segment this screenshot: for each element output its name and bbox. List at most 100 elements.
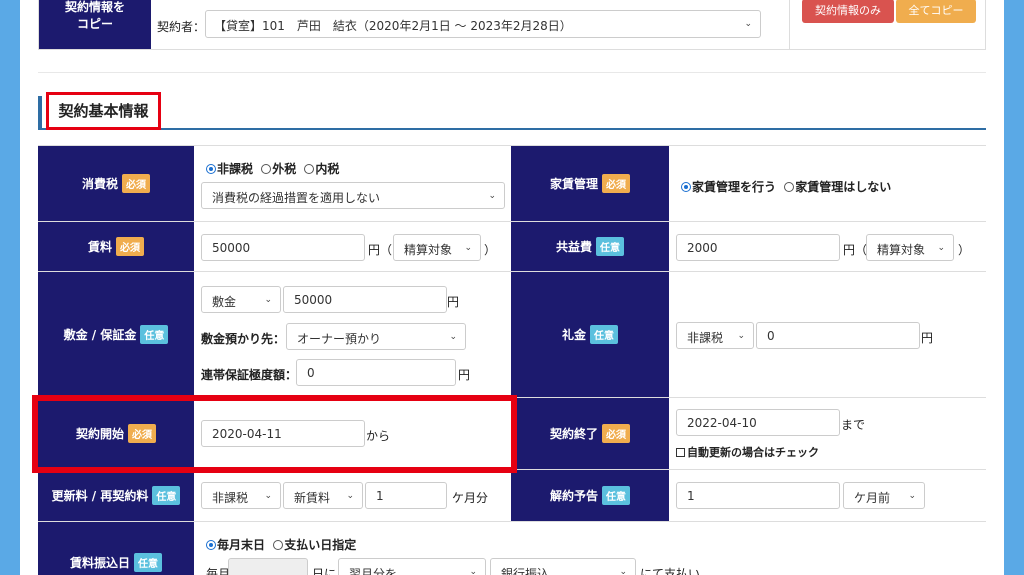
tax-radio-nontax[interactable]: 非課税 (206, 162, 253, 176)
contract-end-label: 契約終了 必須 (511, 398, 669, 469)
copy-buttons: 契約情報のみ 全てコピー (789, 0, 985, 49)
common-fee-close: ） (958, 243, 971, 257)
row-rent: 賃料 必須 50000 円（ 精算対象 ⌄ ） 共益費 任意 2000 円（ 精… (38, 222, 986, 272)
renewal-basis-select[interactable]: 新賃料 ⌄ (283, 482, 363, 509)
chevron-down-icon: ⌄ (744, 19, 752, 29)
renewal-fee-label-text: 更新料 / 再契約料 (51, 489, 149, 503)
rent-mgmt-label-text: 家賃管理 (549, 177, 598, 191)
tax-label: 消費税 必須 (38, 146, 194, 221)
radio-icon (784, 182, 795, 192)
required-badge: 必須 (122, 174, 150, 193)
notice-months-input[interactable]: 1 (676, 482, 840, 509)
contractor-select-value: 【貸室】101 芦田 結衣（2020年2月1日 ～ 2023年2月28日） (214, 19, 572, 33)
key-money-label-text: 礼金 (561, 328, 586, 342)
chevron-down-icon: ⌄ (469, 566, 477, 575)
transfer-day-suffix: 日に (312, 567, 337, 575)
transfer-monthly-prefix: 毎月 (206, 567, 231, 575)
radio-checked-icon (681, 182, 691, 192)
key-money-unit: 円 (921, 331, 934, 345)
contract-end-input[interactable]: 2022-04-10 (676, 409, 840, 436)
row-transfer: 賃料振込日 任意 毎月末日 支払い日指定 毎月 日に 翌月分を ⌄ 銀行振込 ⌄… (38, 522, 986, 575)
contractor-select[interactable]: 【貸室】101 芦田 結衣（2020年2月1日 ～ 2023年2月28日） ⌄ (205, 10, 761, 38)
chevron-down-icon: ⌄ (264, 294, 272, 305)
tax-measure-value: 消費税の経過措置を適用しない (212, 191, 381, 205)
transfer-method-select[interactable]: 銀行振込 ⌄ (490, 558, 636, 575)
rent-mgmt-radio-no[interactable]: 家賃管理はしない (784, 180, 891, 194)
deposit-holder-label: 敷金預かり先： (201, 332, 286, 346)
deposit-unit: 円 (447, 295, 460, 309)
rent-mgmt-radio-yes[interactable]: 家賃管理を行う (681, 180, 776, 194)
deposit-holder-select[interactable]: オーナー預かり ⌄ (286, 323, 466, 350)
row-renewal: 更新料 / 再契約料 任意 非課税 ⌄ 新賃料 ⌄ 1 ケ月分 解約予告 任意 … (38, 470, 986, 522)
deposit-amount-input[interactable]: 50000 (283, 286, 447, 313)
tax-radio-exclusive[interactable]: 外税 (261, 162, 296, 176)
common-fee-input[interactable]: 2000 (676, 234, 840, 261)
section-title: 契約基本情報 (46, 92, 161, 130)
copy-all-button[interactable]: 全てコピー (896, 0, 976, 23)
copy-contract-section: 契約情報を コピー 契約者： 【貸室】101 芦田 結衣（2020年2月1日 ～… (38, 0, 986, 50)
key-money-tax-value: 非課税 (687, 331, 724, 345)
checkbox-icon (676, 448, 685, 457)
radio-checked-icon (206, 164, 216, 174)
section-title-underline (38, 128, 986, 130)
contractor-label: 契約者： (157, 20, 206, 34)
common-fee-settle-select[interactable]: 精算対象 ⌄ (866, 234, 954, 261)
transfer-day-input[interactable] (228, 558, 308, 575)
chevron-down-icon: ⌄ (908, 490, 916, 501)
contract-start-label: 契約開始 必須 (38, 398, 194, 469)
deposit-label-text: 敷金 / 保証金 (63, 328, 137, 342)
renewal-unit: ケ月分 (452, 491, 489, 505)
divider (38, 72, 986, 73)
required-badge: 必須 (602, 424, 630, 443)
common-fee-settle-value: 精算対象 (877, 243, 926, 257)
contract-start-input[interactable]: 2020-04-11 (201, 420, 365, 447)
chevron-down-icon: ⌄ (619, 566, 627, 575)
optional-badge: 任意 (134, 552, 162, 572)
contract-start-suffix: から (366, 429, 391, 443)
rent-input[interactable]: 50000 (201, 234, 365, 261)
optional-badge: 任意 (590, 325, 618, 344)
optional-badge: 任意 (152, 486, 181, 505)
copy-contract-only-button[interactable]: 契約情報のみ (802, 0, 894, 23)
deposit-label: 敷金 / 保証金 任意 (38, 272, 194, 397)
transfer-month-select[interactable]: 翌月分を ⌄ (338, 558, 486, 575)
transfer-radio-specified[interactable]: 支払い日指定 (273, 538, 356, 552)
tax-label-text: 消費税 (81, 177, 118, 191)
tax-measure-select[interactable]: 消費税の経過措置を適用しない ⌄ (201, 182, 505, 209)
required-badge: 必須 (602, 174, 630, 193)
transfer-day-label-text: 賃料振込日 (69, 555, 130, 570)
transfer-radio-month-end[interactable]: 毎月末日 (206, 538, 265, 552)
row-deposit: 敷金 / 保証金 任意 敷金 ⌄ 50000 円 敷金預かり先： オーナー預かり… (38, 272, 986, 398)
chevron-down-icon: ⌄ (464, 242, 472, 253)
radio-checked-icon (206, 540, 216, 550)
row-period: 契約開始 必須 2020-04-11 から 契約終了 必須 2022-04-10… (38, 398, 986, 470)
guarantee-limit-label: 連帯保証極度額： (201, 368, 298, 382)
chevron-down-icon: ⌄ (449, 331, 457, 342)
required-badge: 必須 (128, 424, 156, 443)
notice-unit-value: ケ月前 (854, 491, 891, 505)
rent-settle-select[interactable]: 精算対象 ⌄ (393, 234, 481, 261)
contract-end-suffix: まで (841, 418, 866, 432)
chevron-down-icon: ⌄ (937, 242, 945, 253)
renewal-months-input[interactable]: 1 (365, 482, 447, 509)
renewal-fee-label: 更新料 / 再契約料 任意 (38, 470, 194, 521)
required-badge: 必須 (116, 237, 144, 256)
renewal-tax-select[interactable]: 非課税 ⌄ (201, 482, 281, 509)
guarantee-limit-input[interactable]: 0 (296, 359, 456, 386)
key-money-input[interactable]: 0 (756, 322, 920, 349)
radio-icon (273, 540, 284, 550)
key-money-tax-select[interactable]: 非課税 ⌄ (676, 322, 754, 349)
transfer-pay-suffix: にて支払い (640, 567, 701, 575)
rent-unit: 円（ (368, 243, 393, 257)
notice-unit-select[interactable]: ケ月前 ⌄ (843, 482, 925, 509)
rent-label-text: 賃料 (87, 240, 112, 254)
auto-renew-checkbox[interactable]: 自動更新の場合はチェック (676, 444, 819, 460)
optional-badge: 任意 (140, 325, 169, 344)
copy-contract-label: 契約情報を コピー (39, 0, 151, 49)
transfer-day-label: 賃料振込日 任意 (38, 522, 194, 575)
renewal-basis-value: 新賃料 (294, 491, 331, 505)
tax-radio-inclusive[interactable]: 内税 (304, 162, 339, 176)
deposit-holder-value: オーナー預かり (297, 332, 382, 346)
tax-radio-group: 非課税 外税 内税 (206, 160, 339, 177)
deposit-type-select[interactable]: 敷金 ⌄ (201, 286, 281, 313)
